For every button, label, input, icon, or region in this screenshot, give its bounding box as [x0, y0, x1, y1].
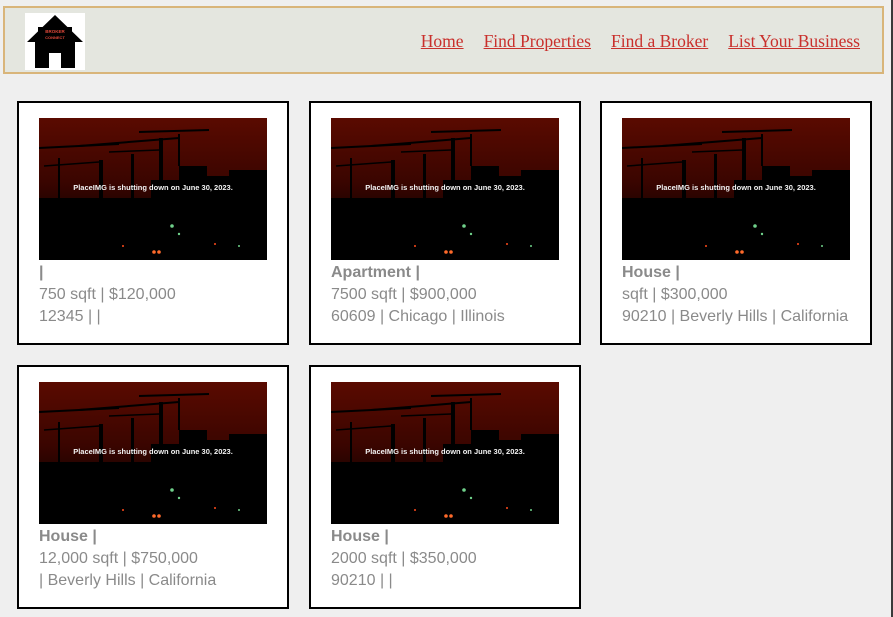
listing-card[interactable]: PlaceIMG is shutting down on June 30, 20… [17, 101, 289, 345]
svg-text:CONNECT: CONNECT [45, 35, 65, 40]
listing-info: House | sqft | $300,000 90210 | Beverly … [622, 262, 867, 328]
listing-type: | [39, 264, 44, 281]
listing-info: House | 2000 sqft | $350,000 90210 | | [331, 526, 576, 592]
listing-location: 60609 | Chicago | Illinois [331, 308, 505, 325]
nav-find-broker-link[interactable]: Find a Broker [611, 31, 708, 52]
broker-connect-logo[interactable]: BROKER CONNECT [25, 13, 85, 70]
listing-type: Apartment | [331, 264, 420, 281]
listing-info: | 750 sqft | $120,000 12345 | | [39, 262, 284, 328]
listing-size-price: 750 sqft | $120,000 [39, 286, 176, 303]
main-nav: Home Find Properties Find a Broker List … [421, 31, 860, 52]
listing-card[interactable]: PlaceIMG is shutting down on June 30, 20… [309, 365, 581, 609]
nav-list-business-link[interactable]: List Your Business [728, 31, 860, 52]
listing-location: 12345 | | [39, 308, 101, 325]
listing-photo: PlaceIMG is shutting down on June 30, 20… [622, 118, 850, 260]
photo-caption: PlaceIMG is shutting down on June 30, 20… [365, 447, 525, 456]
listing-info: House | 12,000 sqft | $750,000 | Beverly… [39, 526, 284, 592]
photo-caption: PlaceIMG is shutting down on June 30, 20… [656, 183, 816, 192]
listing-photo: PlaceIMG is shutting down on June 30, 20… [39, 382, 267, 524]
listing-size-price: 2000 sqft | $350,000 [331, 550, 477, 567]
listing-card[interactable]: PlaceIMG is shutting down on June 30, 20… [309, 101, 581, 345]
listing-location: | Beverly Hills | California [39, 572, 217, 589]
listing-size-price: sqft | $300,000 [622, 286, 728, 303]
listing-photo: PlaceIMG is shutting down on June 30, 20… [39, 118, 267, 260]
nav-home-link[interactable]: Home [421, 31, 464, 52]
listing-location: 90210 | | [331, 572, 393, 589]
listing-card[interactable]: PlaceIMG is shutting down on June 30, 20… [17, 365, 289, 609]
listing-size-price: 7500 sqft | $900,000 [331, 286, 477, 303]
listing-card[interactable]: PlaceIMG is shutting down on June 30, 20… [600, 101, 872, 345]
listing-type: House | [39, 528, 97, 545]
photo-caption: PlaceIMG is shutting down on June 30, 20… [73, 447, 233, 456]
photo-caption: PlaceIMG is shutting down on June 30, 20… [365, 183, 525, 192]
svg-text:BROKER: BROKER [45, 29, 65, 34]
photo-caption: PlaceIMG is shutting down on June 30, 20… [73, 183, 233, 192]
nav-find-properties-link[interactable]: Find Properties [484, 31, 591, 52]
listing-type: House | [331, 528, 389, 545]
listing-type: House | [622, 264, 680, 281]
listing-info: Apartment | 7500 sqft | $900,000 60609 |… [331, 262, 576, 328]
listing-photo: PlaceIMG is shutting down on June 30, 20… [331, 118, 559, 260]
house-logo-icon: BROKER CONNECT [27, 15, 83, 68]
listing-photo: PlaceIMG is shutting down on June 30, 20… [331, 382, 559, 524]
site-header: BROKER CONNECT Home Find Properties Find… [3, 6, 884, 74]
listing-size-price: 12,000 sqft | $750,000 [39, 550, 198, 567]
listing-location: 90210 | Beverly Hills | California [622, 308, 849, 325]
